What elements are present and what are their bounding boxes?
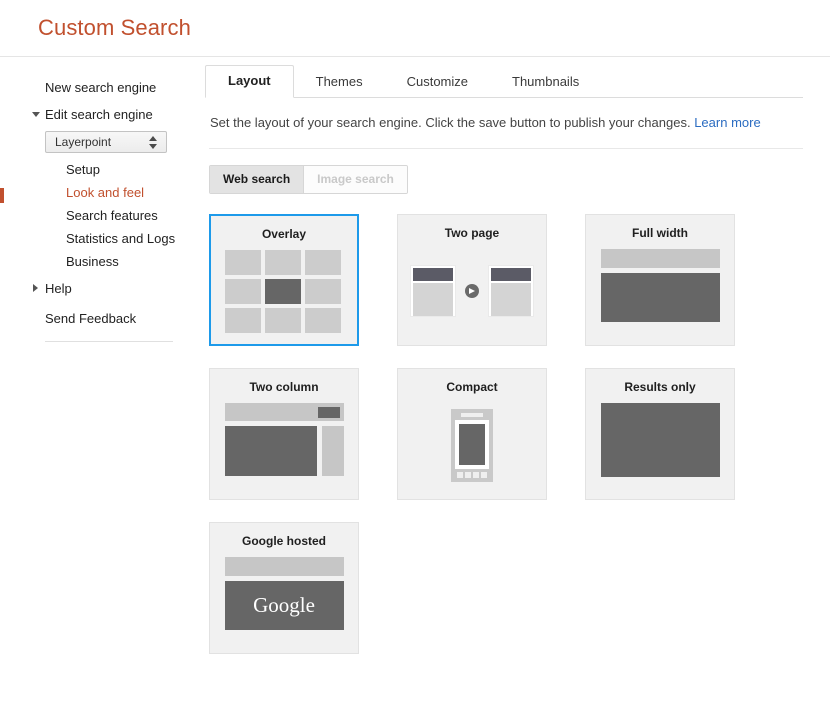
page-title: Custom Search [38,15,191,40]
layout-option-label: Results only [624,380,696,394]
chevron-right-icon [33,284,38,292]
layout-option-results-only[interactable]: Results only [585,368,735,500]
tab-label: Thumbnails [512,74,580,89]
sidebar-item-statistics-and-logs[interactable]: Statistics and Logs [0,227,205,250]
tab-themes[interactable]: Themes [294,67,385,98]
layout-option-overlay[interactable]: Overlay [209,214,359,346]
results-only-thumbnail [586,403,734,487]
tab-bar: Layout Themes Customize Thumbnails [205,65,803,98]
layout-option-two-page[interactable]: Two page [397,214,547,346]
layout-option-label: Compact [446,380,498,394]
search-engine-select-value: Layerpoint [55,135,112,149]
toggle-label: Web search [223,172,291,186]
two-page-thumbnail [398,249,546,333]
sidebar-item-search-features[interactable]: Search features [0,204,205,227]
search-mode-toggle: Web search Image search [209,165,408,194]
sidebar-item-setup[interactable]: Setup [0,158,205,181]
panel-description: Set the layout of your search engine. Cl… [205,98,803,131]
sidebar-item-label: New search engine [45,80,157,95]
compact-thumbnail [398,403,546,487]
tab-label: Customize [406,74,469,89]
sidebar-item-label: Search features [66,208,158,223]
engine-select-container: Layerpoint [0,126,205,158]
layout-option-label: Full width [632,226,688,240]
layout-option-label: Two page [444,226,500,240]
learn-more-link[interactable]: Learn more [694,115,760,130]
tab-label: Themes [315,74,363,89]
mobile-phone-icon [451,408,493,482]
layout-option-label: Google hosted [242,534,326,548]
main-panel: Layout Themes Customize Thumbnails Set t… [205,57,830,676]
sidebar-item-label: Statistics and Logs [66,231,176,246]
layout-option-compact[interactable]: Compact [397,368,547,500]
google-hosted-thumbnail: Google [210,557,358,641]
layout-option-google-hosted[interactable]: Google hosted Google [209,522,359,654]
sidebar-item-label: Help [45,281,72,296]
arrow-right-circle-icon [465,284,479,298]
tab-label: Layout [228,73,271,88]
sidebar-item-label: Look and feel [66,185,145,200]
description-text: Set the layout of your search engine. Cl… [210,115,691,130]
chevron-down-icon [32,112,40,117]
sidebar-item-edit-search-engine[interactable]: Edit search engine [0,103,205,126]
sidebar-item-look-and-feel[interactable]: Look and feel [0,181,205,204]
sidebar-item-label: Business [66,254,119,269]
overlay-thumbnail [211,250,357,333]
sidebar-item-business[interactable]: Business [0,250,205,273]
app-header: Custom Search [0,0,830,57]
sidebar-item-label: Send Feedback [45,311,137,326]
stepper-arrows-icon [149,135,158,150]
layout-option-label: Overlay [261,227,307,241]
web-search-toggle-button[interactable]: Web search [210,166,305,193]
search-engine-select[interactable]: Layerpoint [45,131,167,153]
sidebar-item-send-feedback[interactable]: Send Feedback [0,307,205,330]
toggle-label: Image search [317,172,394,186]
sidebar: New search engine Edit search engine Lay… [0,57,205,342]
tab-layout[interactable]: Layout [205,65,294,98]
full-width-thumbnail [586,249,734,333]
sidebar-item-label: Edit search engine [45,107,153,122]
layout-option-two-column[interactable]: Two column [209,368,359,500]
description-divider [209,148,803,149]
layout-option-grid: Overlay Two page Full width Two column C… [209,214,803,676]
sidebar-item-help[interactable]: Help [0,277,205,300]
image-search-toggle-button[interactable]: Image search [304,166,407,193]
two-column-thumbnail [210,403,358,487]
tab-customize[interactable]: Customize [385,67,490,98]
sidebar-item-new-search-engine[interactable]: New search engine [0,76,205,99]
sidebar-item-label: Setup [66,162,100,177]
layout-option-label: Two column [249,380,319,394]
tab-thumbnails[interactable]: Thumbnails [490,67,601,98]
page-shell: New search engine Edit search engine Lay… [0,57,830,676]
sidebar-divider [45,341,173,342]
layout-option-full-width[interactable]: Full width [585,214,735,346]
google-logo: Google [253,593,315,617]
